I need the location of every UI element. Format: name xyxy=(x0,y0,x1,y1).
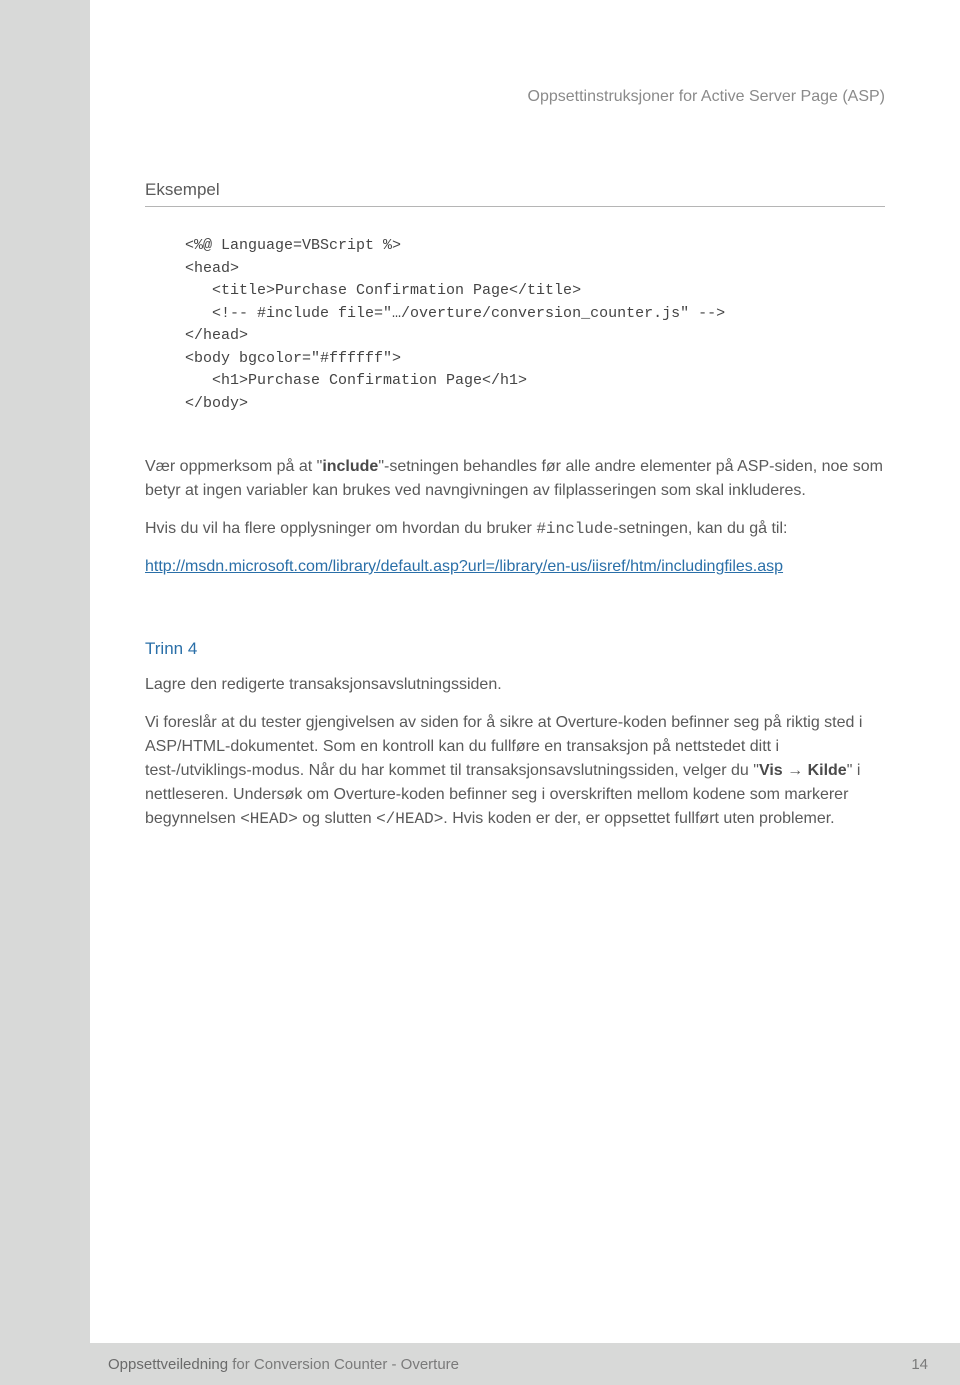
code-block: <%@ Language=VBScript %> <head> <title>P… xyxy=(185,235,885,415)
text: og slutten xyxy=(298,810,376,827)
text: Vær oppmerksom på at " xyxy=(145,458,322,475)
paragraph-include-note: Vær oppmerksom på at "include"-setningen… xyxy=(145,455,885,503)
bold-kilde: Kilde xyxy=(808,762,847,779)
bold-include: include xyxy=(322,458,378,475)
content-area: Eksempel <%@ Language=VBScript %> <head>… xyxy=(145,180,885,845)
footer-rest: for Conversion Counter - Overture xyxy=(228,1356,459,1373)
footer-text: Oppsettveiledning for Conversion Counter… xyxy=(108,1356,459,1373)
text: Vi foreslår at du tester gjengivelsen av… xyxy=(145,714,862,779)
step4-heading: Trinn 4 xyxy=(145,639,885,659)
page-footer: Oppsettveiledning for Conversion Counter… xyxy=(90,1343,960,1385)
example-heading: Eksempel xyxy=(145,180,885,207)
link-line: http://msdn.microsoft.com/library/defaul… xyxy=(145,555,885,579)
step4-p2: Vi foreslår at du tester gjengivelsen av… xyxy=(145,711,885,831)
page-container: Oppsettinstruksjoner for Active Server P… xyxy=(90,0,960,1385)
inline-code-include: #include xyxy=(536,520,613,538)
msdn-link[interactable]: http://msdn.microsoft.com/library/defaul… xyxy=(145,558,783,575)
inline-code-head-open: <HEAD> xyxy=(240,810,298,828)
inline-code-head-close: </HEAD> xyxy=(376,810,443,828)
bold-vis: Vis xyxy=(759,762,783,779)
page-header-title: Oppsettinstruksjoner for Active Server P… xyxy=(528,88,885,106)
step4-p1: Lagre den redigerte transaksjonsavslutni… xyxy=(145,673,885,697)
footer-bold: Oppsettveiledning xyxy=(108,1356,228,1373)
text: Hvis du vil ha flere opplysninger om hvo… xyxy=(145,520,536,537)
text: -setningen, kan du gå til: xyxy=(613,520,787,537)
arrow-icon: → xyxy=(783,762,808,779)
paragraph-more-info: Hvis du vil ha flere opplysninger om hvo… xyxy=(145,517,885,541)
text: . Hvis koden er der, er oppsettet fullfø… xyxy=(443,810,834,827)
page-number: 14 xyxy=(911,1356,928,1373)
